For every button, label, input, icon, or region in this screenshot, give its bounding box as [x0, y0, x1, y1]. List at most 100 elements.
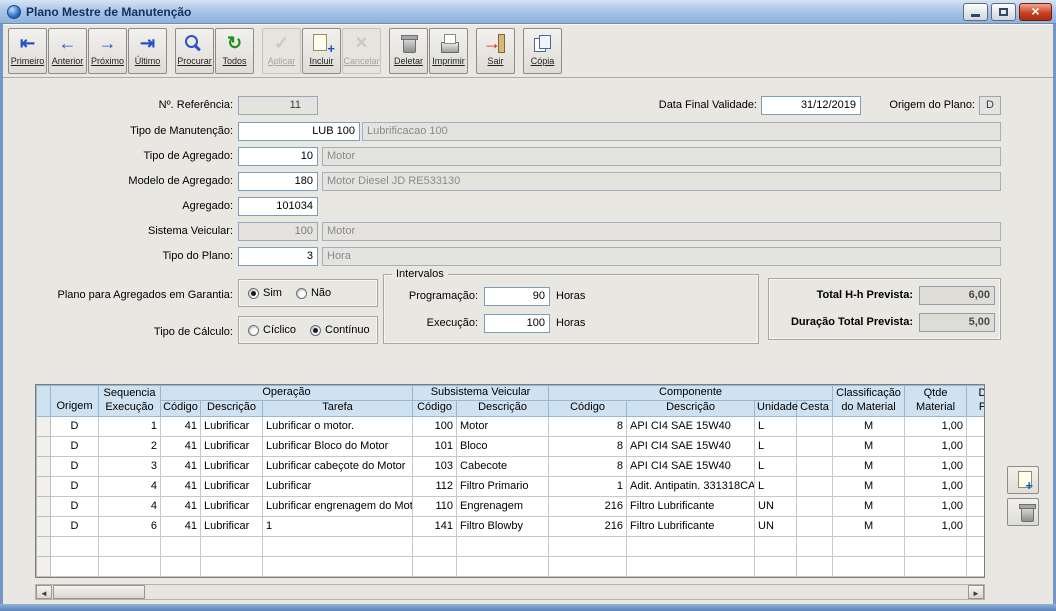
grid-cell[interactable]: 1,00: [905, 516, 967, 536]
grid-cell[interactable]: L: [755, 436, 797, 456]
tipo-agregado-input[interactable]: 10: [238, 147, 318, 166]
grid-cell[interactable]: 216: [549, 516, 627, 536]
grid-cell[interactable]: 8: [549, 416, 627, 436]
grid-cell[interactable]: M: [833, 416, 905, 436]
grid-cell[interactable]: UN: [755, 516, 797, 536]
add-row-button[interactable]: [1007, 466, 1039, 494]
scrollbar-track[interactable]: [145, 585, 968, 599]
grid-cell[interactable]: 112: [413, 476, 457, 496]
grid-cell[interactable]: Lubrificar: [263, 476, 413, 496]
modelo-agregado-input[interactable]: 180: [238, 172, 318, 191]
agregado-input[interactable]: 101034: [238, 197, 318, 216]
grid-cell[interactable]: 1: [549, 476, 627, 496]
toolbar-copy-button[interactable]: Cópia: [523, 28, 562, 74]
grid-cell[interactable]: 8: [549, 456, 627, 476]
grid-cell[interactable]: [797, 476, 833, 496]
grid-cell[interactable]: 100: [413, 416, 457, 436]
grid-cell[interactable]: 41: [161, 516, 201, 536]
grid-cell[interactable]: M: [833, 516, 905, 536]
radio-nao[interactable]: Não: [296, 287, 331, 299]
grid-row[interactable]: D441LubrificarLubrificar engrenagem do M…: [37, 496, 986, 516]
grid-cell[interactable]: Lubrificar o motor.: [263, 416, 413, 436]
grid-cell[interactable]: D: [51, 416, 99, 436]
grid-cell[interactable]: 41: [161, 476, 201, 496]
row-indicator[interactable]: [37, 416, 51, 436]
grid-cell[interactable]: Lubrificar cabeçote do Motor: [263, 456, 413, 476]
grid-row[interactable]: D241LubrificarLubrificar Bloco do Motor1…: [37, 436, 986, 456]
grid-cell[interactable]: [967, 416, 985, 436]
grid-cell[interactable]: Filtro Lubrificante: [627, 516, 755, 536]
grid-cell[interactable]: 103: [413, 456, 457, 476]
grid-cell[interactable]: API CI4 SAE 15W40: [627, 456, 755, 476]
grid-cell[interactable]: Cabecote: [457, 456, 549, 476]
grid-cell[interactable]: L: [755, 416, 797, 436]
grid-cell[interactable]: Lubrificar: [201, 416, 263, 436]
grid-cell[interactable]: Lubrificar: [201, 436, 263, 456]
close-button[interactable]: [1019, 3, 1052, 21]
grid-cell[interactable]: L: [755, 476, 797, 496]
grid-cell[interactable]: Bloco: [457, 436, 549, 456]
grid-cell[interactable]: [797, 436, 833, 456]
delete-row-button[interactable]: [1007, 498, 1039, 526]
grid-cell[interactable]: D: [51, 436, 99, 456]
grid-cell[interactable]: 1,00: [905, 436, 967, 456]
grid-cell[interactable]: D: [51, 476, 99, 496]
grid-row[interactable]: D641Lubrificar1141Filtro Blowby216Filtro…: [37, 516, 986, 536]
grid-cell[interactable]: 41: [161, 436, 201, 456]
grid-cell[interactable]: Filtro Primario: [457, 476, 549, 496]
minimize-button[interactable]: [963, 3, 988, 21]
grid-cell[interactable]: Motor: [457, 416, 549, 436]
row-indicator[interactable]: [37, 456, 51, 476]
toolbar-prev-button[interactable]: Anterior: [48, 28, 87, 74]
grid-cell[interactable]: 141: [413, 516, 457, 536]
grid-cell[interactable]: 4: [99, 476, 161, 496]
grid-cell[interactable]: M: [833, 476, 905, 496]
grid-cell[interactable]: L: [755, 456, 797, 476]
grid-row[interactable]: D341LubrificarLubrificar cabeçote do Mot…: [37, 456, 986, 476]
grid-cell[interactable]: [797, 516, 833, 536]
grid-cell[interactable]: 3: [99, 456, 161, 476]
grid-cell[interactable]: 1: [263, 516, 413, 536]
grid-cell[interactable]: 1,00: [905, 416, 967, 436]
row-indicator[interactable]: [37, 496, 51, 516]
grid-cell[interactable]: 110: [413, 496, 457, 516]
grid-cell[interactable]: 6: [99, 516, 161, 536]
grid-cell[interactable]: D: [51, 516, 99, 536]
toolbar-first-button[interactable]: Primeiro: [8, 28, 47, 74]
grid-cell[interactable]: 101: [413, 436, 457, 456]
grid-cell[interactable]: Filtro Lubrificante: [627, 496, 755, 516]
grid-cell[interactable]: 1,00: [905, 476, 967, 496]
grid-cell[interactable]: 1,00: [905, 456, 967, 476]
grid-cell[interactable]: [797, 416, 833, 436]
radio-ciclico[interactable]: Cíclico: [248, 324, 296, 336]
grid-cell[interactable]: M: [833, 456, 905, 476]
grid-cell[interactable]: 216: [549, 496, 627, 516]
grid-cell[interactable]: 41: [161, 496, 201, 516]
grid-cell[interactable]: 2: [99, 436, 161, 456]
radio-sim[interactable]: Sim: [248, 287, 282, 299]
grid-cell[interactable]: M: [833, 496, 905, 516]
toolbar-print-button[interactable]: Imprimir: [429, 28, 468, 74]
grid-cell[interactable]: Lubrificar Bloco do Motor: [263, 436, 413, 456]
scroll-right-button[interactable]: [968, 585, 984, 599]
programacao-input[interactable]: 90: [484, 287, 550, 306]
toolbar-search-button[interactable]: Procurar: [175, 28, 214, 74]
toolbar-cancel-button[interactable]: Cancelar: [342, 28, 381, 74]
scrollbar-thumb[interactable]: [53, 585, 145, 599]
grid-cell[interactable]: Lubrificar: [201, 456, 263, 476]
maximize-button[interactable]: [991, 3, 1016, 21]
row-indicator[interactable]: [37, 516, 51, 536]
toolbar-apply-button[interactable]: Aplicar: [262, 28, 301, 74]
grid-cell[interactable]: [797, 496, 833, 516]
grid-cell[interactable]: Lubrificar: [201, 516, 263, 536]
grid-cell[interactable]: 1: [99, 416, 161, 436]
tipo-plano-input[interactable]: 3: [238, 247, 318, 266]
grid-cell[interactable]: API CI4 SAE 15W40: [627, 436, 755, 456]
grid-cell[interactable]: 41: [161, 456, 201, 476]
grid-cell[interactable]: Filtro Blowby: [457, 516, 549, 536]
grid-row[interactable]: D441LubrificarLubrificar112Filtro Primar…: [37, 476, 986, 496]
data-final-input[interactable]: 31/12/2019: [761, 96, 861, 115]
grid-cell[interactable]: Lubrificar engrenagem do Motor: [263, 496, 413, 516]
grid-cell[interactable]: API CI4 SAE 15W40: [627, 416, 755, 436]
grid-cell[interactable]: [967, 516, 985, 536]
